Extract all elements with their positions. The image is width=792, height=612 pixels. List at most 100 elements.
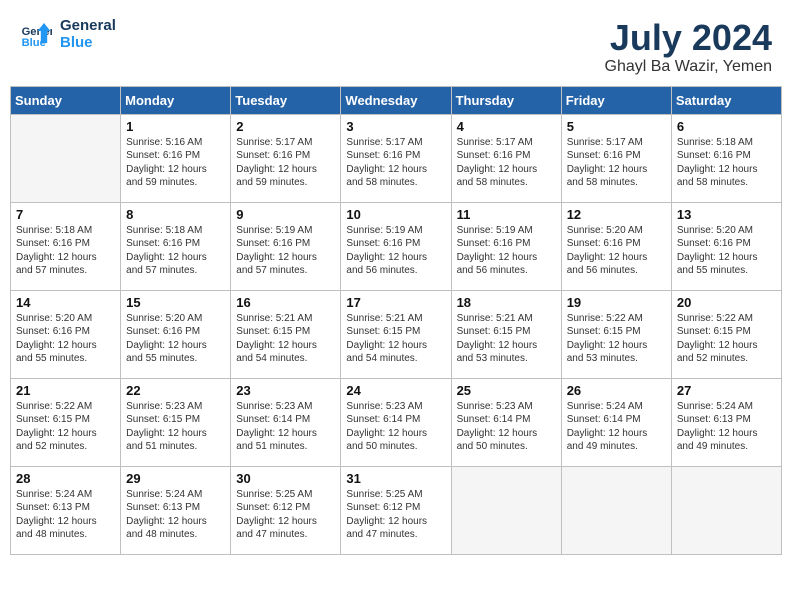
calendar-cell: 21 Sunrise: 5:22 AM Sunset: 6:15 PM Dayli… bbox=[11, 378, 121, 466]
cell-content: Sunrise: 5:19 AM Sunset: 6:16 PM Dayligh… bbox=[457, 224, 556, 278]
calendar-cell: 22Sunrise: 5:23 AM Sunset: 6:15 PM Dayli… bbox=[121, 378, 231, 466]
calendar-cell bbox=[451, 466, 561, 554]
weekday-header-saturday: Saturday bbox=[671, 86, 781, 114]
calendar-cell: 1Sunrise: 5:16 AM Sunset: 6:16 PM Daylig… bbox=[121, 114, 231, 202]
cell-content: Sunrise: 5:18 AM Sunset: 6:16 PM Dayligh… bbox=[677, 136, 776, 190]
day-number: 26 bbox=[567, 383, 666, 398]
day-number: 7 bbox=[16, 207, 115, 222]
cell-content: Sunrise: 5:24 AM Sunset: 6:13 PM Dayligh… bbox=[16, 488, 115, 542]
calendar-cell: 26 Sunrise: 5:24 AM Sunset: 6:14 PM Dayli… bbox=[561, 378, 671, 466]
day-number: 28 bbox=[16, 471, 115, 486]
calendar-cell: 31 Sunrise: 5:25 AM Sunset: 6:12 PM Dayli… bbox=[341, 466, 451, 554]
day-number: 27 bbox=[677, 383, 776, 398]
calendar-cell: 15Sunrise: 5:20 AM Sunset: 6:16 PM Dayli… bbox=[121, 290, 231, 378]
calendar-cell: 9 Sunrise: 5:19 AM Sunset: 6:16 PM Daylig… bbox=[231, 202, 341, 290]
calendar-cell: 20Sunrise: 5:22 AM Sunset: 6:15 PM Dayli… bbox=[671, 290, 781, 378]
day-number: 2 bbox=[236, 119, 335, 134]
calendar-cell: 23Sunrise: 5:23 AM Sunset: 6:14 PM Dayli… bbox=[231, 378, 341, 466]
calendar-cell: 13 Sunrise: 5:20 AM Sunset: 6:16 PM Dayli… bbox=[671, 202, 781, 290]
cell-content: Sunrise: 5:22 AM Sunset: 6:15 PM Dayligh… bbox=[677, 312, 776, 366]
cell-content: Sunrise: 5:17 AM Sunset: 6:16 PM Dayligh… bbox=[346, 136, 445, 190]
calendar-week-5: 28 Sunrise: 5:24 AM Sunset: 6:13 PM Dayli… bbox=[11, 466, 782, 554]
calendar-cell: 2Sunrise: 5:17 AM Sunset: 6:16 PM Daylig… bbox=[231, 114, 341, 202]
location-subtitle: Ghayl Ba Wazir, Yemen bbox=[605, 58, 773, 76]
day-number: 4 bbox=[457, 119, 556, 134]
cell-content: Sunrise: 5:22 AM Sunset: 6:15 PM Dayligh… bbox=[16, 400, 115, 454]
day-number: 31 bbox=[346, 471, 445, 486]
cell-content: Sunrise: 5:23 AM Sunset: 6:14 PM Dayligh… bbox=[236, 400, 335, 454]
calendar-cell: 16 Sunrise: 5:21 AM Sunset: 6:15 PM Dayli… bbox=[231, 290, 341, 378]
weekday-header-wednesday: Wednesday bbox=[341, 86, 451, 114]
day-number: 13 bbox=[677, 207, 776, 222]
day-number: 19 bbox=[567, 295, 666, 310]
day-number: 17 bbox=[346, 295, 445, 310]
calendar-cell: 12 Sunrise: 5:20 AM Sunset: 6:16 PM Dayli… bbox=[561, 202, 671, 290]
calendar-week-1: 1Sunrise: 5:16 AM Sunset: 6:16 PM Daylig… bbox=[11, 114, 782, 202]
day-number: 12 bbox=[567, 207, 666, 222]
calendar-cell: 18Sunrise: 5:21 AM Sunset: 6:15 PM Dayli… bbox=[451, 290, 561, 378]
day-number: 16 bbox=[236, 295, 335, 310]
calendar-cell: 7 Sunrise: 5:18 AM Sunset: 6:16 PM Daylig… bbox=[11, 202, 121, 290]
month-year-title: July 2024 bbox=[605, 18, 773, 58]
day-number: 14 bbox=[16, 295, 115, 310]
day-number: 10 bbox=[346, 207, 445, 222]
calendar-cell: 25Sunrise: 5:23 AM Sunset: 6:14 PM Dayli… bbox=[451, 378, 561, 466]
cell-content: Sunrise: 5:22 AM Sunset: 6:15 PM Dayligh… bbox=[567, 312, 666, 366]
cell-content: Sunrise: 5:19 AM Sunset: 6:16 PM Dayligh… bbox=[236, 224, 335, 278]
logo-general: General bbox=[60, 18, 116, 35]
calendar-cell: 11 Sunrise: 5:19 AM Sunset: 6:16 PM Dayli… bbox=[451, 202, 561, 290]
weekday-header-row: SundayMondayTuesdayWednesdayThursdayFrid… bbox=[11, 86, 782, 114]
calendar-cell: 30Sunrise: 5:25 AM Sunset: 6:12 PM Dayli… bbox=[231, 466, 341, 554]
cell-content: Sunrise: 5:25 AM Sunset: 6:12 PM Dayligh… bbox=[346, 488, 445, 542]
calendar-cell: 6Sunrise: 5:18 AM Sunset: 6:16 PM Daylig… bbox=[671, 114, 781, 202]
weekday-header-sunday: Sunday bbox=[11, 86, 121, 114]
calendar-cell bbox=[561, 466, 671, 554]
cell-content: Sunrise: 5:23 AM Sunset: 6:14 PM Dayligh… bbox=[457, 400, 556, 454]
logo: General Blue General Blue bbox=[20, 18, 116, 51]
day-number: 15 bbox=[126, 295, 225, 310]
cell-content: Sunrise: 5:20 AM Sunset: 6:16 PM Dayligh… bbox=[677, 224, 776, 278]
day-number: 11 bbox=[457, 207, 556, 222]
weekday-header-friday: Friday bbox=[561, 86, 671, 114]
day-number: 9 bbox=[236, 207, 335, 222]
logo-blue: Blue bbox=[60, 35, 116, 52]
cell-content: Sunrise: 5:21 AM Sunset: 6:15 PM Dayligh… bbox=[236, 312, 335, 366]
cell-content: Sunrise: 5:16 AM Sunset: 6:16 PM Dayligh… bbox=[126, 136, 225, 190]
calendar-cell: 28 Sunrise: 5:24 AM Sunset: 6:13 PM Dayli… bbox=[11, 466, 121, 554]
cell-content: Sunrise: 5:18 AM Sunset: 6:16 PM Dayligh… bbox=[16, 224, 115, 278]
calendar-cell: 19 Sunrise: 5:22 AM Sunset: 6:15 PM Dayli… bbox=[561, 290, 671, 378]
day-number: 21 bbox=[16, 383, 115, 398]
day-number: 24 bbox=[346, 383, 445, 398]
day-number: 3 bbox=[346, 119, 445, 134]
calendar-week-2: 7 Sunrise: 5:18 AM Sunset: 6:16 PM Daylig… bbox=[11, 202, 782, 290]
cell-content: Sunrise: 5:25 AM Sunset: 6:12 PM Dayligh… bbox=[236, 488, 335, 542]
day-number: 5 bbox=[567, 119, 666, 134]
cell-content: Sunrise: 5:18 AM Sunset: 6:16 PM Dayligh… bbox=[126, 224, 225, 278]
calendar-week-3: 14 Sunrise: 5:20 AM Sunset: 6:16 PM Dayli… bbox=[11, 290, 782, 378]
calendar-cell: 3 Sunrise: 5:17 AM Sunset: 6:16 PM Daylig… bbox=[341, 114, 451, 202]
day-number: 22 bbox=[126, 383, 225, 398]
weekday-header-tuesday: Tuesday bbox=[231, 86, 341, 114]
calendar-cell: 29Sunrise: 5:24 AM Sunset: 6:13 PM Dayli… bbox=[121, 466, 231, 554]
calendar-cell: 24 Sunrise: 5:23 AM Sunset: 6:14 PM Dayli… bbox=[341, 378, 451, 466]
calendar-cell bbox=[11, 114, 121, 202]
calendar-week-4: 21 Sunrise: 5:22 AM Sunset: 6:15 PM Dayli… bbox=[11, 378, 782, 466]
cell-content: Sunrise: 5:24 AM Sunset: 6:13 PM Dayligh… bbox=[677, 400, 776, 454]
page-header: General Blue General Blue July 2024 Ghay… bbox=[10, 10, 782, 80]
weekday-header-monday: Monday bbox=[121, 86, 231, 114]
calendar-cell bbox=[671, 466, 781, 554]
cell-content: Sunrise: 5:24 AM Sunset: 6:14 PM Dayligh… bbox=[567, 400, 666, 454]
cell-content: Sunrise: 5:21 AM Sunset: 6:15 PM Dayligh… bbox=[346, 312, 445, 366]
title-block: July 2024 Ghayl Ba Wazir, Yemen bbox=[605, 18, 773, 76]
cell-content: Sunrise: 5:20 AM Sunset: 6:16 PM Dayligh… bbox=[567, 224, 666, 278]
calendar-cell: 27 Sunrise: 5:24 AM Sunset: 6:13 PM Dayli… bbox=[671, 378, 781, 466]
weekday-header-thursday: Thursday bbox=[451, 86, 561, 114]
cell-content: Sunrise: 5:17 AM Sunset: 6:16 PM Dayligh… bbox=[457, 136, 556, 190]
cell-content: Sunrise: 5:23 AM Sunset: 6:14 PM Dayligh… bbox=[346, 400, 445, 454]
calendar-cell: 17 Sunrise: 5:21 AM Sunset: 6:15 PM Dayli… bbox=[341, 290, 451, 378]
calendar-table: SundayMondayTuesdayWednesdayThursdayFrid… bbox=[10, 86, 782, 555]
cell-content: Sunrise: 5:21 AM Sunset: 6:15 PM Dayligh… bbox=[457, 312, 556, 366]
cell-content: Sunrise: 5:20 AM Sunset: 6:16 PM Dayligh… bbox=[16, 312, 115, 366]
cell-content: Sunrise: 5:17 AM Sunset: 6:16 PM Dayligh… bbox=[567, 136, 666, 190]
calendar-cell: 10Sunrise: 5:19 AM Sunset: 6:16 PM Dayli… bbox=[341, 202, 451, 290]
